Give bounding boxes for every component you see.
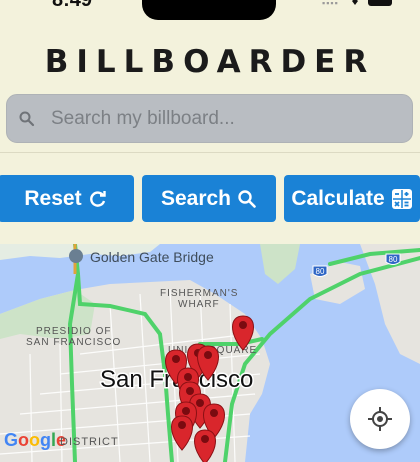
app-title: BILLBOARDER: [44, 44, 376, 80]
magnifier-icon: [238, 189, 256, 208]
device-notch: [142, 0, 276, 20]
divider: [0, 152, 420, 153]
billboard-pin[interactable]: [232, 315, 254, 351]
district-label: DISTRICT: [60, 436, 119, 448]
google-logo: Google: [4, 430, 67, 450]
refresh-icon: [89, 190, 106, 207]
billboard-pin[interactable]: [171, 415, 193, 451]
wifi-icon: [352, 0, 358, 5]
reset-button[interactable]: Reset: [0, 175, 134, 222]
locate-icon: [368, 407, 392, 431]
search-input[interactable]: [51, 95, 401, 142]
status-time: 8:49: [52, 0, 93, 11]
signal-icon: ▪▪▪▪: [322, 0, 339, 8]
status-bar: 8:49 ▪▪▪▪: [0, 0, 420, 22]
search-icon: [19, 111, 35, 127]
calculate-button-label: Calculate: [291, 186, 385, 210]
search-bar[interactable]: [6, 94, 413, 143]
billboard-pin[interactable]: [194, 429, 216, 462]
reset-button-label: Reset: [24, 186, 82, 210]
battery-icon: [368, 0, 392, 6]
recenter-button[interactable]: [350, 389, 410, 449]
search-button[interactable]: Search: [142, 175, 276, 222]
calculate-button[interactable]: Calculate: [284, 175, 420, 222]
search-button-label: Search: [160, 186, 232, 210]
calculator-icon: [391, 188, 412, 209]
status-icons: ▪▪▪▪: [322, 0, 392, 8]
